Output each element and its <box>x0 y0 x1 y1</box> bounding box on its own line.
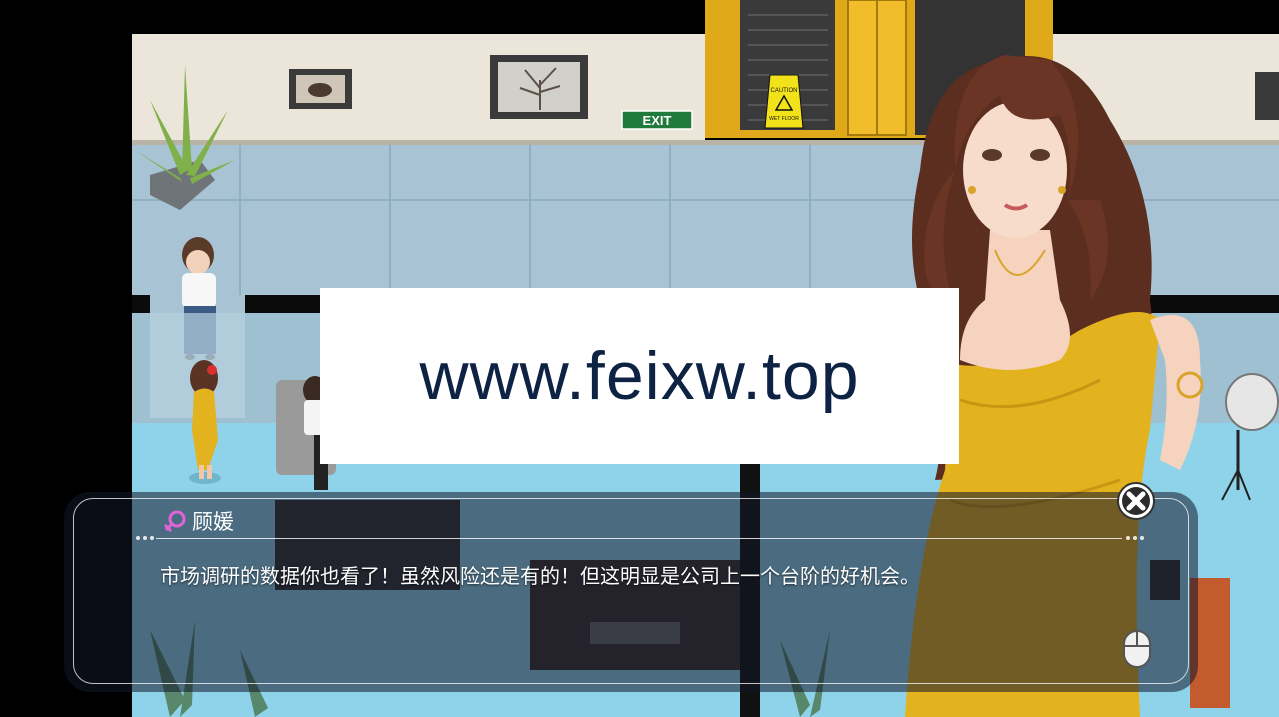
dialogue-text: 市场调研的数据你也看了！虽然风险还是有的！但这明显是公司上一个台阶的好机会。 <box>160 564 920 588</box>
female-symbol-icon <box>163 510 186 533</box>
divider-dots-left <box>136 534 154 542</box>
close-icon[interactable] <box>1116 481 1156 521</box>
watermark-text: www.feixw.top <box>419 338 860 414</box>
speaker-name: 顾媛 <box>192 510 234 534</box>
speaker-row: 顾媛 <box>162 508 234 534</box>
mouse-icon[interactable] <box>1122 629 1152 669</box>
watermark-banner: www.feixw.top <box>320 288 959 464</box>
svg-text:WET FLOOR: WET FLOOR <box>769 116 799 122</box>
svg-text:EXIT: EXIT <box>643 113 672 128</box>
svg-text:CAUTION: CAUTION <box>771 88 798 94</box>
divider-dots-right <box>1126 534 1144 542</box>
dialogue-frame <box>73 498 1189 684</box>
name-divider <box>156 538 1122 539</box>
